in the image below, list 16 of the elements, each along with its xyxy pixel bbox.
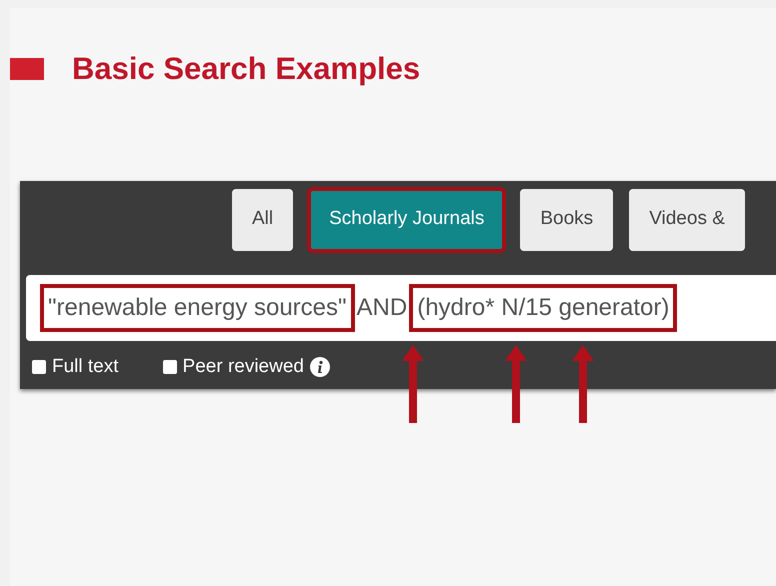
checkbox-label: Full text xyxy=(52,354,119,378)
slide-title: Basic Search Examples xyxy=(72,50,420,88)
category-tab[interactable]: Books xyxy=(520,188,614,250)
info-icon[interactable] xyxy=(310,356,330,377)
checkbox[interactable] xyxy=(32,360,46,374)
checkbox[interactable] xyxy=(162,360,177,374)
search-field[interactable]: "renewable energy sources" AND (hydro* N/15 generator) xyxy=(26,274,776,340)
query-term: AND xyxy=(356,292,408,322)
up-arrow-icon xyxy=(572,344,594,422)
up-arrow-icon xyxy=(402,344,424,422)
category-tab[interactable]: All xyxy=(232,188,294,250)
up-arrow-icon xyxy=(505,344,527,422)
category-tab[interactable]: Scholarly Journals xyxy=(309,188,504,250)
checkbox-label: Peer reviewed xyxy=(182,354,304,378)
category-tab[interactable]: Videos & xyxy=(629,188,745,250)
title-bar-marker xyxy=(10,58,44,80)
